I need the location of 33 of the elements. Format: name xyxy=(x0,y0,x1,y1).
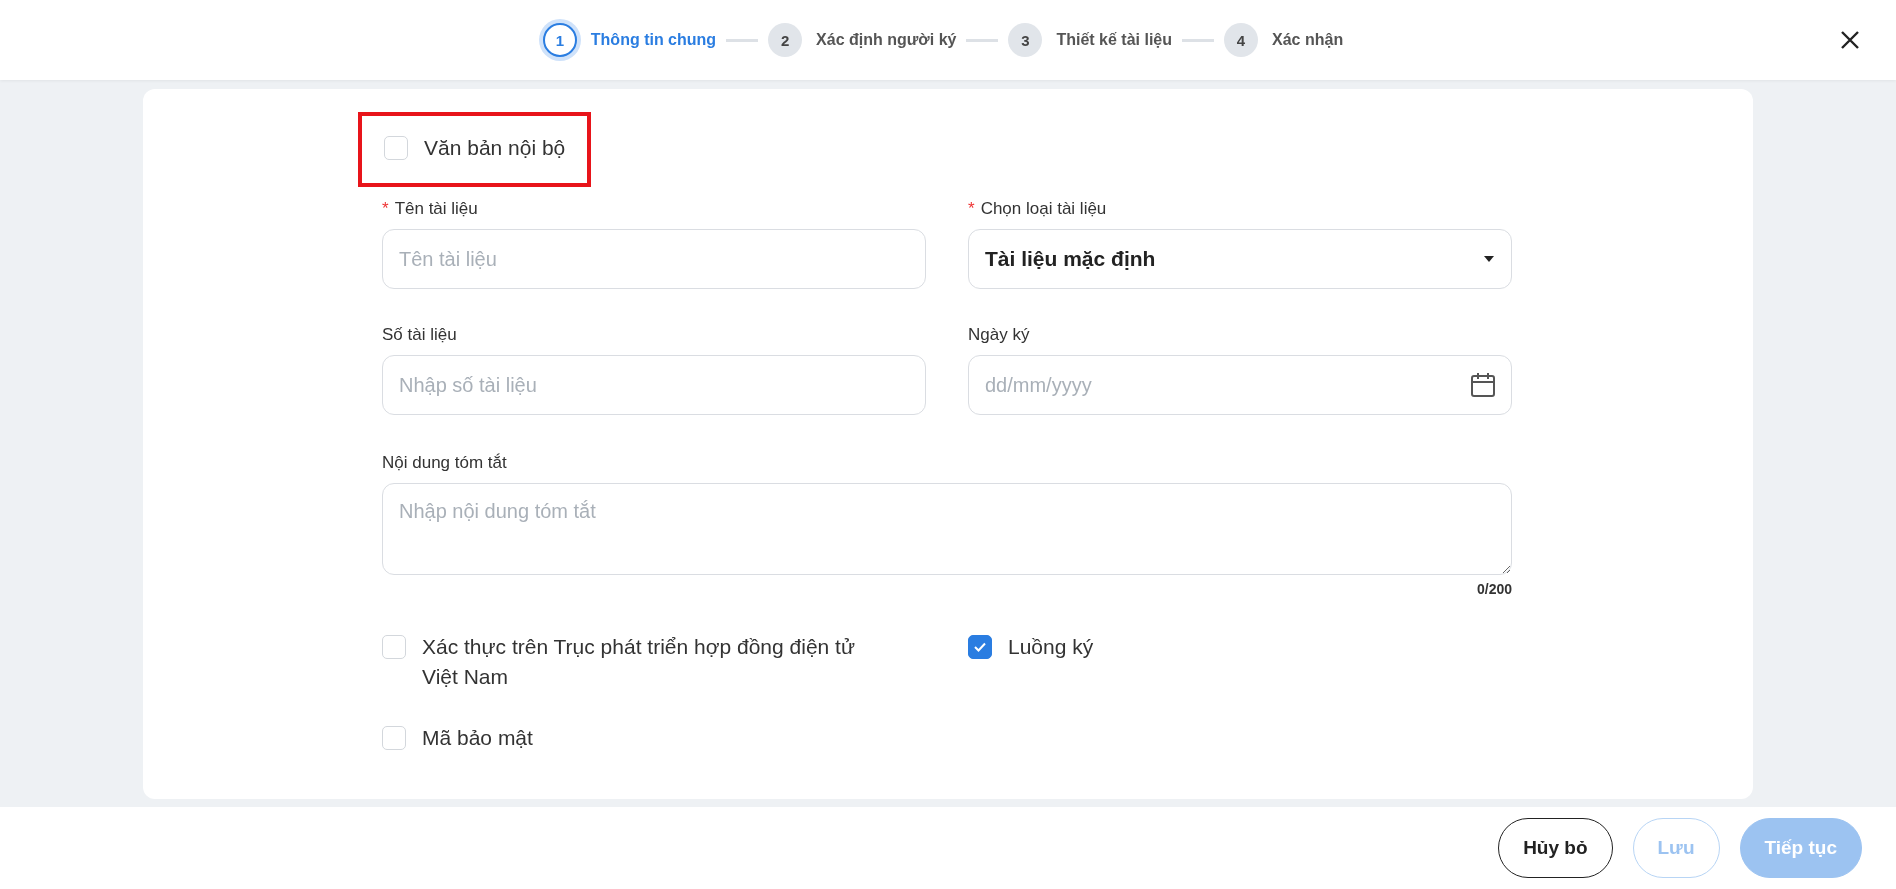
step-tab[interactable]: 4 Xác nhận xyxy=(1224,23,1344,57)
cancel-button[interactable]: Hủy bỏ xyxy=(1498,818,1613,878)
input-field[interactable]: Tên tài liệu xyxy=(382,229,926,289)
input-field[interactable]: Nhập số tài liệu xyxy=(382,355,926,415)
step-tab[interactable]: 3 Thiết kế tài liệu xyxy=(1008,23,1173,57)
required-mark: * xyxy=(968,199,975,218)
step-connector xyxy=(966,38,999,42)
calendar-icon xyxy=(1470,372,1496,398)
step-tab[interactable]: 2 Xác định người ký xyxy=(768,23,957,57)
step-connector xyxy=(1182,38,1215,42)
caret-icon xyxy=(1483,255,1495,263)
step-connector xyxy=(726,38,759,42)
checkbox-label: Mã bảo mật xyxy=(422,725,533,751)
field-label: Nội dung tóm tắt xyxy=(382,453,507,472)
close-icon xyxy=(1840,30,1860,50)
date-field[interactable]: dd/mm/yyyy xyxy=(968,355,1512,415)
required-mark: * xyxy=(382,199,389,218)
checkbox-label: Xác thực trên Trục phát triển hợp đồng điện tử Việt Nam xyxy=(422,634,856,690)
field-label: Chọn loại tài liệu xyxy=(980,199,1107,218)
field-label: Tên tài liệu xyxy=(394,199,478,218)
checkbox-label: Luồng ký xyxy=(1008,634,1094,660)
step-number: 4 xyxy=(1224,23,1259,57)
checkbox-label: Văn bản nội bộ xyxy=(424,135,566,161)
step-number: 2 xyxy=(768,23,803,57)
checkbox[interactable] xyxy=(968,635,992,659)
document-type-select[interactable]: Tài liệu mặc định xyxy=(968,229,1512,289)
step-number: 3 xyxy=(1008,23,1043,57)
step-tab[interactable]: 1 Thông tin chung xyxy=(542,23,717,57)
check-icon xyxy=(973,640,987,654)
character-counter: 0/200 xyxy=(1476,581,1512,597)
summary-textarea[interactable]: Nhập nội dung tóm tắt xyxy=(382,483,1512,575)
field-label: Ngày ký xyxy=(968,325,1030,344)
field-label: Số tài liệu xyxy=(382,325,457,344)
